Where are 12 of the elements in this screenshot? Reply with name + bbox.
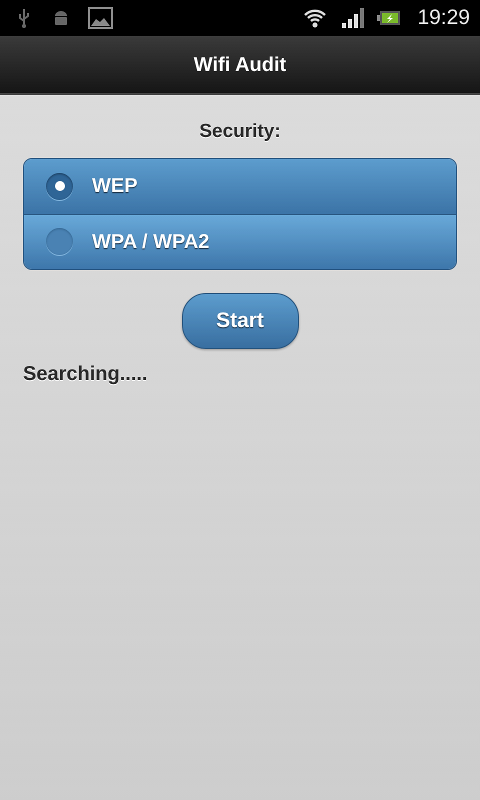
start-button[interactable]: Start bbox=[182, 292, 298, 348]
signal-icon bbox=[341, 7, 366, 29]
image-icon bbox=[88, 7, 113, 29]
radio-option[interactable]: WPA / WPA2 bbox=[24, 214, 456, 268]
security-label: Security: bbox=[199, 121, 281, 142]
status-text: Searching..... bbox=[23, 362, 148, 384]
radio-option[interactable]: WEP bbox=[24, 158, 456, 214]
usb-icon bbox=[18, 8, 30, 28]
battery-icon bbox=[377, 10, 402, 26]
clock-time: 19:29 bbox=[417, 5, 470, 32]
wifi-icon bbox=[303, 7, 328, 29]
app-title: Wifi Audit bbox=[194, 52, 286, 78]
